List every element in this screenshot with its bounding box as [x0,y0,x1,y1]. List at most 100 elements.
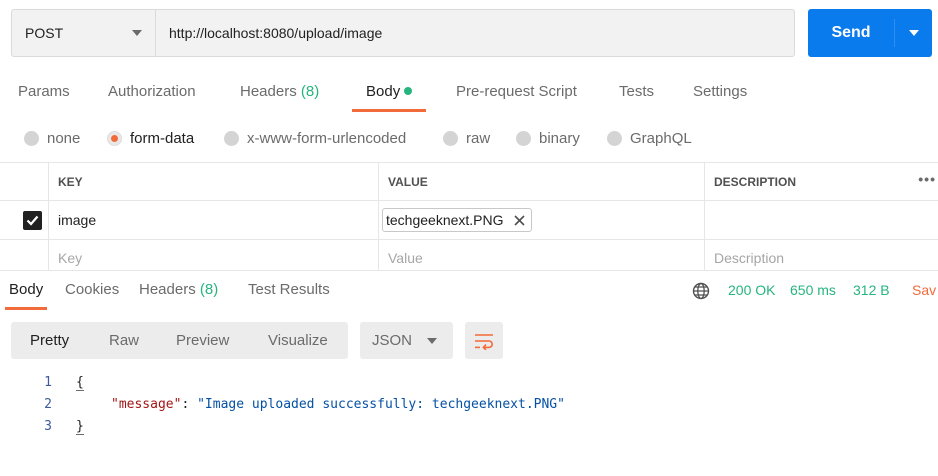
url-text: http://localhost:8080/upload/image [169,25,383,41]
tab-label: Test Results [248,281,330,298]
tab-params[interactable]: Params [18,78,70,112]
chevron-down-icon [427,337,437,344]
view-mode-group: Pretty Raw Preview Visualize [11,322,348,359]
tab-label: Cookies [65,281,120,298]
format-label: JSON [372,332,413,349]
key-placeholder: Key [58,249,83,266]
close-icon [514,214,525,226]
send-label: Send [831,24,871,41]
response-tab-test-results[interactable]: Test Results [248,271,330,309]
format-select[interactable]: JSON [360,322,453,359]
tab-label: Body [9,281,44,298]
radio-circle-icon [443,130,458,146]
view-raw[interactable]: Raw [109,322,139,359]
remove-file-button[interactable] [513,213,527,227]
tab-authorization[interactable]: Authorization [108,78,196,112]
view-preview[interactable]: Preview [176,322,229,359]
url-input[interactable]: http://localhost:8080/upload/image [156,10,794,56]
send-button[interactable]: Send [808,9,932,57]
radio-none[interactable]: none [24,126,80,150]
response-size[interactable]: 312 B [853,271,890,309]
line-number: 2 [44,397,52,412]
tab-label: Tests [619,83,655,100]
tab-pre-request-script[interactable]: Pre-request Script [456,78,577,112]
radio-label: none [47,129,81,147]
radio-label: form-data [130,129,195,147]
radio-form-data[interactable]: form-data [107,126,194,150]
table-header-row: KEY VALUE DESCRIPTION ••• [0,163,938,201]
tab-headers[interactable]: Headers (8) [240,78,319,112]
code-line: 2 "message": "Image uploaded successfull… [0,394,938,416]
column-header-label: KEY [58,174,83,189]
table-row-new: Key Value Description [0,240,938,271]
radio-x-www-form-urlencoded[interactable]: x-www-form-urlencoded [224,126,406,150]
checkmark-icon [26,215,39,226]
tab-label: Params [18,83,70,100]
description-input[interactable]: Description [704,240,938,271]
chevron-down-icon [908,30,919,36]
column-header-label: VALUE [388,174,428,189]
request-tabs: Params Authorization Headers (8) Body Pr… [0,78,938,112]
column-header-key: KEY [48,163,378,200]
radio-label: x-www-form-urlencoded [247,129,407,147]
column-header-value: VALUE [378,163,704,200]
radio-binary[interactable]: binary [516,126,580,150]
table-row: image techgeeknext.PNG [0,201,938,240]
value-cell[interactable]: techgeeknext.PNG [378,201,704,239]
response-tab-cookies[interactable]: Cookies [65,271,119,309]
key-input[interactable]: Key [48,240,378,271]
column-header-label: DESCRIPTION [714,174,797,189]
row-checkbox[interactable] [23,211,42,230]
wrap-lines-button[interactable] [465,322,503,359]
form-data-table: KEY VALUE DESCRIPTION ••• image techgeek… [0,162,938,271]
line-content: "message": "Image uploaded successfully:… [111,394,565,416]
tab-settings[interactable]: Settings [693,78,747,112]
radio-raw[interactable]: raw [443,126,490,150]
response-tab-body[interactable]: Body [4,271,48,310]
code-line: 1 { [0,372,938,394]
line-content: { [76,372,84,394]
body-type-radios: none form-data x-www-form-urlencoded raw… [0,126,938,150]
view-pretty[interactable]: Pretty [30,322,69,359]
description-cell[interactable] [704,201,938,239]
radio-circle-icon [224,130,239,146]
response-time[interactable]: 650 ms [790,271,836,309]
key-cell[interactable]: image [48,201,378,239]
globe-icon-svg [692,282,710,300]
tab-tests[interactable]: Tests [619,78,654,112]
save-response-button[interactable]: Sav [912,271,936,309]
radio-label: GraphQL [630,129,692,147]
value-placeholder: Value [388,249,423,266]
request-bar: POST http://localhost:8080/upload/image [11,9,795,57]
json-value: "Image uploaded successfully: techgeekne… [197,397,565,412]
globe-icon[interactable] [692,282,710,303]
json-colon: : [181,397,198,412]
tab-label: Pre-request Script [456,83,577,100]
radio-circle-icon [607,130,622,146]
tab-count: (8) [300,83,320,100]
radio-circle-icon [516,130,531,146]
status-code[interactable]: 200 OK [728,271,775,309]
column-header-description: DESCRIPTION ••• [704,163,938,200]
method-select[interactable]: POST [12,10,156,56]
radio-selected-icon [107,130,122,146]
send-options-button[interactable] [895,9,932,57]
value-input[interactable]: Value [378,240,704,271]
response-tab-headers[interactable]: Headers (8) [139,271,218,309]
tab-body[interactable]: Body [351,78,427,112]
close-brace: } [76,419,84,435]
tab-label: Authorization [108,83,196,100]
line-content: } [76,416,84,438]
wrap-lines-icon [475,333,493,350]
radio-label: binary [539,129,580,147]
radio-graphql[interactable]: GraphQL [607,126,692,150]
tab-label: Headers [240,83,297,100]
open-brace: { [76,375,84,391]
response-tabs: Body Cookies Headers (8) Test Results 20… [0,270,938,310]
status-dot-icon [404,87,413,95]
more-options-icon[interactable]: ••• [918,171,936,187]
line-number: 1 [44,375,52,390]
view-visualize[interactable]: Visualize [268,322,328,359]
file-chip: techgeeknext.PNG [382,208,532,232]
radio-circle-icon [24,130,39,146]
